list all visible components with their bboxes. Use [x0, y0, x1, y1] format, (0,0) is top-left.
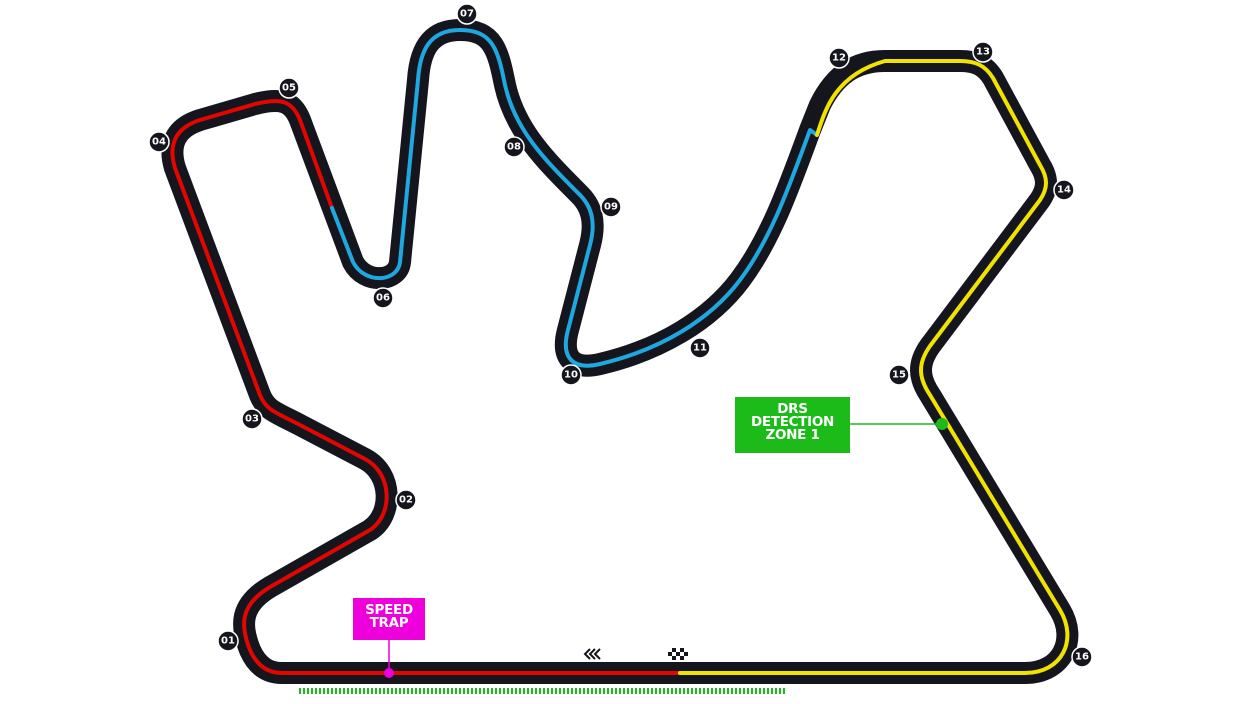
turn-badge-16: 16 — [1071, 646, 1093, 668]
turn-label-03: 03 — [245, 414, 259, 425]
track-outline — [161, 19, 1079, 684]
drs-detection-callout: DRS DETECTION ZONE 1 — [735, 397, 850, 453]
turn-label-10: 10 — [564, 370, 578, 381]
turn-label-02: 02 — [399, 495, 413, 506]
turn-label-04: 04 — [152, 137, 166, 148]
drs-line-3: ZONE 1 — [765, 426, 820, 443]
speed-trap-callout: SPEED TRAP — [353, 598, 425, 640]
turn-badge-11: 11 — [689, 337, 711, 359]
sector-3-line — [678, 59, 1070, 675]
turn-badge-02: 02 — [395, 489, 417, 511]
turn-label-13: 13 — [976, 47, 990, 58]
turn-badge-03: 03 — [241, 408, 263, 430]
turn-label-01: 01 — [221, 636, 235, 647]
drs-detection-point — [936, 418, 948, 430]
chequered-flag-icon — [668, 648, 688, 660]
turn-label-07: 07 — [460, 9, 474, 20]
speed-trap-point — [384, 668, 394, 678]
turn-badge-09: 09 — [600, 196, 622, 218]
turn-label-08: 08 — [507, 142, 521, 153]
turn-badge-06: 06 — [372, 287, 394, 309]
turn-badge-13: 13 — [972, 41, 994, 63]
turn-label-15: 15 — [892, 370, 906, 381]
turn-label-12: 12 — [832, 53, 846, 64]
track-map: 01 02 03 04 05 06 07 08 09 10 11 12 13 1… — [148, 3, 1093, 694]
turn-badge-15: 15 — [888, 364, 910, 386]
direction-chevrons-icon — [583, 648, 601, 660]
turn-label-09: 09 — [604, 202, 618, 213]
turn-badge-10: 10 — [560, 364, 582, 386]
turn-badge-12: 12 — [828, 47, 850, 69]
turn-label-06: 06 — [376, 293, 390, 304]
turn-label-11: 11 — [693, 343, 707, 354]
turn-label-05: 05 — [282, 83, 296, 94]
turn-label-16: 16 — [1075, 652, 1089, 663]
turn-badge-07: 07 — [456, 3, 478, 25]
turn-badge-08: 08 — [503, 136, 525, 158]
turn-badge-05: 05 — [278, 77, 300, 99]
turn-badge-04: 04 — [148, 131, 170, 153]
turn-label-14: 14 — [1057, 185, 1071, 196]
turn-badge-14: 14 — [1053, 179, 1075, 201]
speed-trap-line-2: TRAP — [369, 614, 409, 631]
turn-badge-01: 01 — [217, 630, 239, 652]
